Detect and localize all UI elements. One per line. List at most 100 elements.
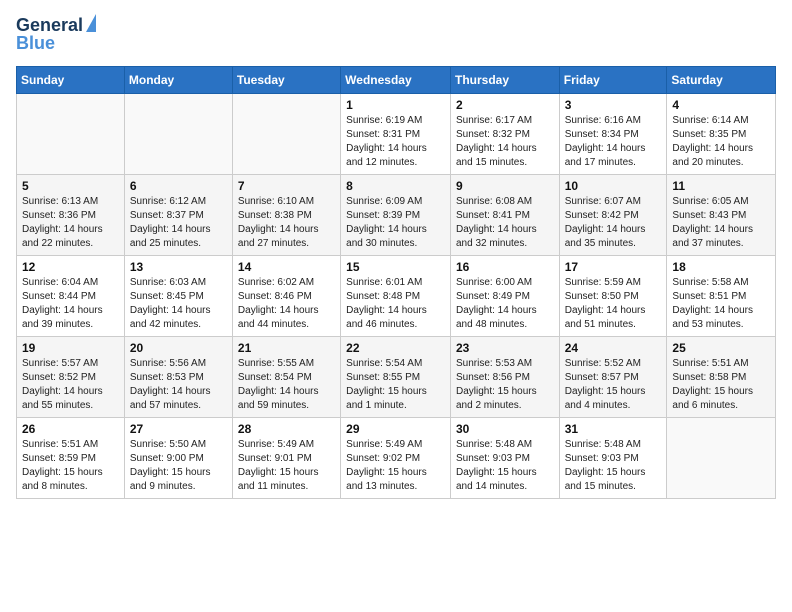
header-day-sunday: Sunday bbox=[17, 66, 125, 93]
day-number: 14 bbox=[238, 260, 335, 274]
cell-content: Sunrise: 5:58 AM Sunset: 8:51 PM Dayligh… bbox=[672, 276, 770, 332]
calendar-cell: 15 Sunrise: 6:01 AM Sunset: 8:48 PM Dayli… bbox=[341, 255, 451, 336]
calendar-cell: 18 Sunrise: 5:58 AM Sunset: 8:51 PM Dayli… bbox=[667, 255, 776, 336]
cell-content: Sunrise: 6:12 AM Sunset: 8:37 PM Dayligh… bbox=[130, 195, 227, 251]
cell-content: Sunrise: 6:04 AM Sunset: 8:44 PM Dayligh… bbox=[22, 276, 119, 332]
calendar-cell: 9Sunrise: 6:08 AM Sunset: 8:41 PM Daylig… bbox=[450, 174, 559, 255]
day-number: 26 bbox=[22, 422, 119, 436]
calendar-cell bbox=[667, 417, 776, 498]
day-number: 4 bbox=[672, 98, 770, 112]
calendar-header: SundayMondayTuesdayWednesdayThursdayFrid… bbox=[17, 66, 776, 93]
day-number: 20 bbox=[130, 341, 227, 355]
calendar-cell: 26 Sunrise: 5:51 AM Sunset: 8:59 PM Dayli… bbox=[17, 417, 125, 498]
cell-content: Sunrise: 5:51 AM Sunset: 8:59 PM Dayligh… bbox=[22, 438, 119, 494]
calendar-table: SundayMondayTuesdayWednesdayThursdayFrid… bbox=[16, 66, 776, 499]
calendar-cell: 28 Sunrise: 5:49 AM Sunset: 9:01 PM Dayli… bbox=[232, 417, 340, 498]
cell-content: Sunrise: 6:01 AM Sunset: 8:48 PM Dayligh… bbox=[346, 276, 445, 332]
cell-content: Sunrise: 6:13 AM Sunset: 8:36 PM Dayligh… bbox=[22, 195, 119, 251]
calendar-cell: 8 Sunrise: 6:09 AM Sunset: 8:39 PM Daylig… bbox=[341, 174, 451, 255]
week-row-2: 5 Sunrise: 6:13 AM Sunset: 8:36 PM Daylig… bbox=[17, 174, 776, 255]
cell-content: Sunrise: 5:52 AM Sunset: 8:57 PM Dayligh… bbox=[565, 357, 662, 413]
week-row-1: 1 Sunrise: 6:19 AM Sunset: 8:31 PM Daylig… bbox=[17, 93, 776, 174]
week-row-4: 19 Sunrise: 5:57 AM Sunset: 8:52 PM Dayli… bbox=[17, 336, 776, 417]
day-number: 18 bbox=[672, 260, 770, 274]
page-header: General Blue bbox=[16, 16, 776, 54]
day-number: 17 bbox=[565, 260, 662, 274]
day-number: 23 bbox=[456, 341, 554, 355]
week-row-3: 12Sunrise: 6:04 AM Sunset: 8:44 PM Dayli… bbox=[17, 255, 776, 336]
calendar-cell: 22 Sunrise: 5:54 AM Sunset: 8:55 PM Dayli… bbox=[341, 336, 451, 417]
header-day-monday: Monday bbox=[124, 66, 232, 93]
day-number: 30 bbox=[456, 422, 554, 436]
cell-content: Sunrise: 5:57 AM Sunset: 8:52 PM Dayligh… bbox=[22, 357, 119, 413]
calendar-cell: 23Sunrise: 5:53 AM Sunset: 8:56 PM Dayli… bbox=[450, 336, 559, 417]
day-number: 28 bbox=[238, 422, 335, 436]
day-number: 31 bbox=[565, 422, 662, 436]
calendar-cell: 31 Sunrise: 5:48 AM Sunset: 9:03 PM Dayli… bbox=[559, 417, 667, 498]
day-number: 1 bbox=[346, 98, 445, 112]
calendar-cell: 13 Sunrise: 6:03 AM Sunset: 8:45 PM Dayli… bbox=[124, 255, 232, 336]
cell-content: Sunrise: 6:09 AM Sunset: 8:39 PM Dayligh… bbox=[346, 195, 445, 251]
day-number: 10 bbox=[565, 179, 662, 193]
cell-content: Sunrise: 5:48 AM Sunset: 9:03 PM Dayligh… bbox=[456, 438, 554, 494]
header-day-saturday: Saturday bbox=[667, 66, 776, 93]
cell-content: Sunrise: 5:59 AM Sunset: 8:50 PM Dayligh… bbox=[565, 276, 662, 332]
day-number: 5 bbox=[22, 179, 119, 193]
cell-content: Sunrise: 5:48 AM Sunset: 9:03 PM Dayligh… bbox=[565, 438, 662, 494]
header-day-wednesday: Wednesday bbox=[341, 66, 451, 93]
header-row: SundayMondayTuesdayWednesdayThursdayFrid… bbox=[17, 66, 776, 93]
cell-content: Sunrise: 5:54 AM Sunset: 8:55 PM Dayligh… bbox=[346, 357, 445, 413]
calendar-cell: 14Sunrise: 6:02 AM Sunset: 8:46 PM Dayli… bbox=[232, 255, 340, 336]
calendar-cell: 29 Sunrise: 5:49 AM Sunset: 9:02 PM Dayli… bbox=[341, 417, 451, 498]
calendar-cell: 19 Sunrise: 5:57 AM Sunset: 8:52 PM Dayli… bbox=[17, 336, 125, 417]
calendar-cell: 27 Sunrise: 5:50 AM Sunset: 9:00 PM Dayli… bbox=[124, 417, 232, 498]
calendar-cell: 10 Sunrise: 6:07 AM Sunset: 8:42 PM Dayli… bbox=[559, 174, 667, 255]
calendar-cell: 20 Sunrise: 5:56 AM Sunset: 8:53 PM Dayli… bbox=[124, 336, 232, 417]
day-number: 27 bbox=[130, 422, 227, 436]
day-number: 16 bbox=[456, 260, 554, 274]
day-number: 6 bbox=[130, 179, 227, 193]
cell-content: Sunrise: 5:49 AM Sunset: 9:01 PM Dayligh… bbox=[238, 438, 335, 494]
day-number: 13 bbox=[130, 260, 227, 274]
cell-content: Sunrise: 6:05 AM Sunset: 8:43 PM Dayligh… bbox=[672, 195, 770, 251]
cell-content: Sunrise: 5:55 AM Sunset: 8:54 PM Dayligh… bbox=[238, 357, 335, 413]
calendar-cell: 3 Sunrise: 6:16 AM Sunset: 8:34 PM Daylig… bbox=[559, 93, 667, 174]
calendar-cell: 16Sunrise: 6:00 AM Sunset: 8:49 PM Dayli… bbox=[450, 255, 559, 336]
logo-text-blue: Blue bbox=[16, 34, 55, 54]
calendar-cell: 4Sunrise: 6:14 AM Sunset: 8:35 PM Daylig… bbox=[667, 93, 776, 174]
calendar-cell: 1 Sunrise: 6:19 AM Sunset: 8:31 PM Daylig… bbox=[341, 93, 451, 174]
header-day-friday: Friday bbox=[559, 66, 667, 93]
cell-content: Sunrise: 5:50 AM Sunset: 9:00 PM Dayligh… bbox=[130, 438, 227, 494]
week-row-5: 26 Sunrise: 5:51 AM Sunset: 8:59 PM Dayli… bbox=[17, 417, 776, 498]
day-number: 3 bbox=[565, 98, 662, 112]
calendar-cell: 7 Sunrise: 6:10 AM Sunset: 8:38 PM Daylig… bbox=[232, 174, 340, 255]
cell-content: Sunrise: 6:03 AM Sunset: 8:45 PM Dayligh… bbox=[130, 276, 227, 332]
day-number: 25 bbox=[672, 341, 770, 355]
day-number: 2 bbox=[456, 98, 554, 112]
header-day-tuesday: Tuesday bbox=[232, 66, 340, 93]
cell-content: Sunrise: 6:10 AM Sunset: 8:38 PM Dayligh… bbox=[238, 195, 335, 251]
cell-content: Sunrise: 6:16 AM Sunset: 8:34 PM Dayligh… bbox=[565, 114, 662, 170]
day-number: 7 bbox=[238, 179, 335, 193]
day-number: 22 bbox=[346, 341, 445, 355]
cell-content: Sunrise: 5:49 AM Sunset: 9:02 PM Dayligh… bbox=[346, 438, 445, 494]
calendar-cell bbox=[232, 93, 340, 174]
day-number: 11 bbox=[672, 179, 770, 193]
calendar-cell bbox=[124, 93, 232, 174]
cell-content: Sunrise: 6:17 AM Sunset: 8:32 PM Dayligh… bbox=[456, 114, 554, 170]
day-number: 21 bbox=[238, 341, 335, 355]
day-number: 15 bbox=[346, 260, 445, 274]
cell-content: Sunrise: 6:07 AM Sunset: 8:42 PM Dayligh… bbox=[565, 195, 662, 251]
day-number: 29 bbox=[346, 422, 445, 436]
calendar-cell: 2 Sunrise: 6:17 AM Sunset: 8:32 PM Daylig… bbox=[450, 93, 559, 174]
cell-content: Sunrise: 6:08 AM Sunset: 8:41 PM Dayligh… bbox=[456, 195, 554, 251]
cell-content: Sunrise: 5:56 AM Sunset: 8:53 PM Dayligh… bbox=[130, 357, 227, 413]
day-number: 8 bbox=[346, 179, 445, 193]
day-number: 19 bbox=[22, 341, 119, 355]
calendar-cell: 25 Sunrise: 5:51 AM Sunset: 8:58 PM Dayli… bbox=[667, 336, 776, 417]
cell-content: Sunrise: 6:19 AM Sunset: 8:31 PM Dayligh… bbox=[346, 114, 445, 170]
calendar-cell: 24Sunrise: 5:52 AM Sunset: 8:57 PM Dayli… bbox=[559, 336, 667, 417]
calendar-cell: 17 Sunrise: 5:59 AM Sunset: 8:50 PM Dayli… bbox=[559, 255, 667, 336]
cell-content: Sunrise: 5:51 AM Sunset: 8:58 PM Dayligh… bbox=[672, 357, 770, 413]
calendar-cell bbox=[17, 93, 125, 174]
